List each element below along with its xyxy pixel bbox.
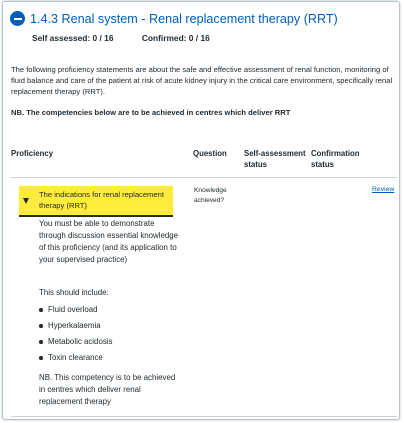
list-item: Metabolic acidosis	[39, 336, 112, 352]
section-note: NB. The competencies below are to be ach…	[11, 108, 291, 117]
include-list: Fluid overload Hyperkalaemia Metabolic a…	[39, 304, 112, 368]
include-label: This should include:	[39, 288, 109, 297]
header-proficiency: Proficiency	[11, 149, 54, 158]
table-header-divider	[11, 177, 397, 178]
section-title[interactable]: 1.4.3 Renal system - Renal replacement t…	[30, 12, 338, 26]
proficiency-note: NB. This competency is to be achieved in…	[39, 373, 176, 406]
section-intro: The following proficiency statements are…	[11, 65, 393, 96]
confirmed-count: Confirmed: 0 / 16	[141, 33, 210, 43]
header-question: Question	[193, 149, 227, 158]
header-self-assessment: Self-assessment status	[244, 149, 306, 169]
question-cell: Knowledge achieved?	[194, 187, 227, 204]
competency-card: 1.4.3 Renal system - Renal replacement t…	[2, 1, 400, 420]
proficiency-title[interactable]: The indications for renal replacement th…	[39, 189, 169, 211]
self-assessed-count: Self assessed: 0 / 16	[32, 33, 114, 43]
progress-counts: Self assessed: 0 / 16 Confirmed: 0 / 16	[32, 33, 210, 43]
section-header[interactable]: 1.4.3 Renal system - Renal replacement t…	[10, 11, 338, 26]
list-item: Hyperkalaemia	[39, 320, 112, 336]
list-item: Fluid overload	[39, 304, 112, 320]
header-confirmation: Confirmation status	[311, 149, 360, 169]
collapse-minus-icon[interactable]	[10, 11, 25, 26]
list-item: Toxin clearance	[39, 352, 112, 368]
proficiency-description: You must be able to demonstrate through …	[39, 219, 179, 264]
caret-down-icon	[23, 198, 29, 204]
row-divider	[11, 416, 397, 417]
proficiency-toggle[interactable]: The indications for renal replacement th…	[19, 186, 173, 217]
review-link[interactable]: Review	[372, 186, 394, 193]
